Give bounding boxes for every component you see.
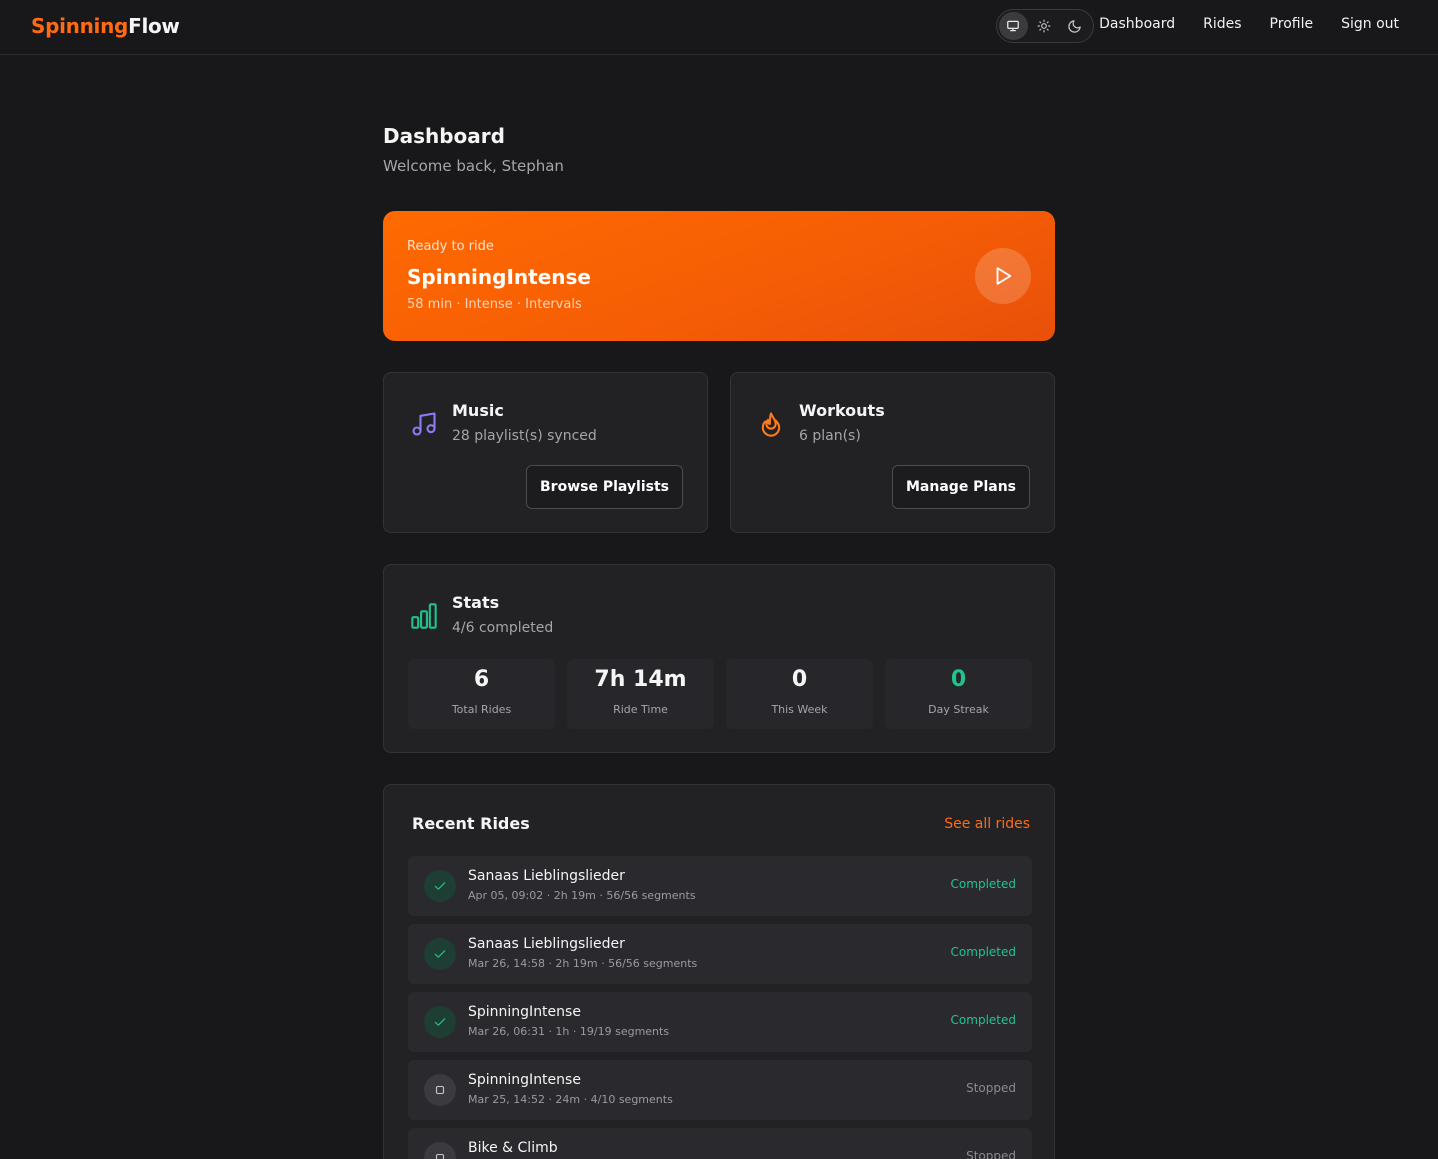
stat-ride-time: 7h 14m Ride Time xyxy=(567,659,714,729)
workouts-card: Workouts 6 plan(s) Manage Plans xyxy=(730,372,1055,533)
stat-label: This Week xyxy=(771,703,828,716)
recent-rides-title: Recent Rides xyxy=(412,814,530,833)
stat-value: 6 xyxy=(473,667,490,692)
ride-name: Bike & Climb xyxy=(468,1140,558,1156)
app-logo[interactable]: SpinningFlow xyxy=(31,14,180,38)
start-ride-button[interactable] xyxy=(975,248,1031,304)
moon-icon xyxy=(1068,19,1081,33)
stopped-icon xyxy=(424,1074,456,1106)
theme-dark-button[interactable] xyxy=(1060,12,1089,40)
stat-total-rides: 6 Total Rides xyxy=(408,659,555,729)
stat-value: 7h 14m xyxy=(594,667,687,692)
ride-list-item[interactable]: SpinningIntense Mar 25, 14:52 · 24m · 4/… xyxy=(408,1060,1032,1120)
stat-value: 0 xyxy=(791,667,808,692)
completed-icon xyxy=(424,1006,456,1038)
music-note-icon xyxy=(412,412,436,436)
nav-rides[interactable]: Rides xyxy=(1203,16,1241,32)
completed-icon xyxy=(424,870,456,902)
theme-system-button[interactable] xyxy=(999,12,1028,40)
ride-name: SpinningIntense xyxy=(468,1004,581,1020)
see-all-rides-link[interactable]: See all rides xyxy=(944,816,1030,832)
logo-part-spinning: Spinning xyxy=(31,14,129,38)
stat-value: 0 xyxy=(950,667,967,692)
welcome-text: Welcome back, Stephan xyxy=(383,157,564,175)
hero-label: Ready to ride xyxy=(407,239,494,254)
hero-title: SpinningIntense xyxy=(407,265,591,289)
music-title: Music xyxy=(452,401,504,420)
hero-meta: 58 min · Intense · Intervals xyxy=(407,297,582,312)
stats-title: Stats xyxy=(452,593,500,612)
ride-status: Completed xyxy=(950,945,1016,959)
ride-list-item[interactable]: Bike & Climb Stopped xyxy=(408,1128,1032,1159)
browse-playlists-button[interactable]: Browse Playlists xyxy=(526,465,683,509)
top-bar: SpinningFlow Dashboard Rides Profile Sig… xyxy=(0,0,1438,55)
ride-meta: Mar 26, 06:31 · 1h · 19/19 segments xyxy=(468,1025,670,1038)
page-title: Dashboard xyxy=(383,124,505,148)
nav-dashboard[interactable]: Dashboard xyxy=(1099,16,1175,32)
ride-name: Sanaas Lieblingslieder xyxy=(468,868,625,884)
flame-icon xyxy=(761,412,781,437)
music-subtitle: 28 playlist(s) synced xyxy=(452,428,597,444)
ride-name: SpinningIntense xyxy=(468,1072,581,1088)
ride-status: Completed xyxy=(950,1013,1016,1027)
ready-to-ride-card[interactable]: Ready to ride SpinningIntense 58 min · I… xyxy=(383,211,1055,341)
ride-status: Completed xyxy=(950,877,1016,891)
ride-status: Stopped xyxy=(966,1149,1016,1159)
ride-list-item[interactable]: Sanaas Lieblingslieder Apr 05, 09:02 · 2… xyxy=(408,856,1032,916)
theme-light-button[interactable] xyxy=(1030,12,1059,40)
stats-card: Stats 4/6 completed 6 Total Rides 7h 14m… xyxy=(383,564,1055,753)
ride-meta: Mar 26, 14:58 · 2h 19m · 56/56 segments xyxy=(468,957,698,970)
nav-sign-out[interactable]: Sign out xyxy=(1341,16,1399,32)
manage-plans-button[interactable]: Manage Plans xyxy=(892,465,1030,509)
ride-meta: Mar 25, 14:52 · 24m · 4/10 segments xyxy=(468,1093,673,1106)
workouts-title: Workouts xyxy=(799,401,885,420)
nav-profile[interactable]: Profile xyxy=(1270,16,1314,32)
stat-label: Day Streak xyxy=(928,703,989,716)
stopped-icon xyxy=(424,1142,456,1159)
stat-label: Total Rides xyxy=(451,703,512,716)
stat-day-streak: 0 Day Streak xyxy=(885,659,1032,729)
ride-name: Sanaas Lieblingslieder xyxy=(468,936,625,952)
ride-list-item[interactable]: Sanaas Lieblingslieder Mar 26, 14:58 · 2… xyxy=(408,924,1032,984)
play-icon xyxy=(996,267,1012,285)
stat-label: Ride Time xyxy=(613,703,668,716)
main-nav: Dashboard Rides Profile Sign out xyxy=(1099,16,1399,32)
completed-icon xyxy=(424,938,456,970)
monitor-icon xyxy=(1007,20,1020,32)
stat-this-week: 0 This Week xyxy=(726,659,873,729)
stats-subtitle: 4/6 completed xyxy=(452,620,554,636)
ride-list-item[interactable]: SpinningIntense Mar 26, 06:31 · 1h · 19/… xyxy=(408,992,1032,1052)
bar-chart-icon xyxy=(411,603,437,629)
music-card: Music 28 playlist(s) synced Browse Playl… xyxy=(383,372,708,533)
logo-part-flow: Flow xyxy=(128,14,180,38)
ride-meta: Apr 05, 09:02 · 2h 19m · 56/56 segments xyxy=(468,889,696,902)
sun-icon xyxy=(1037,19,1051,33)
workouts-subtitle: 6 plan(s) xyxy=(799,428,861,444)
ride-status: Stopped xyxy=(966,1081,1016,1095)
recent-rides-card: Recent Rides See all rides Sanaas Liebli… xyxy=(383,784,1055,1159)
theme-switcher xyxy=(996,9,1094,43)
